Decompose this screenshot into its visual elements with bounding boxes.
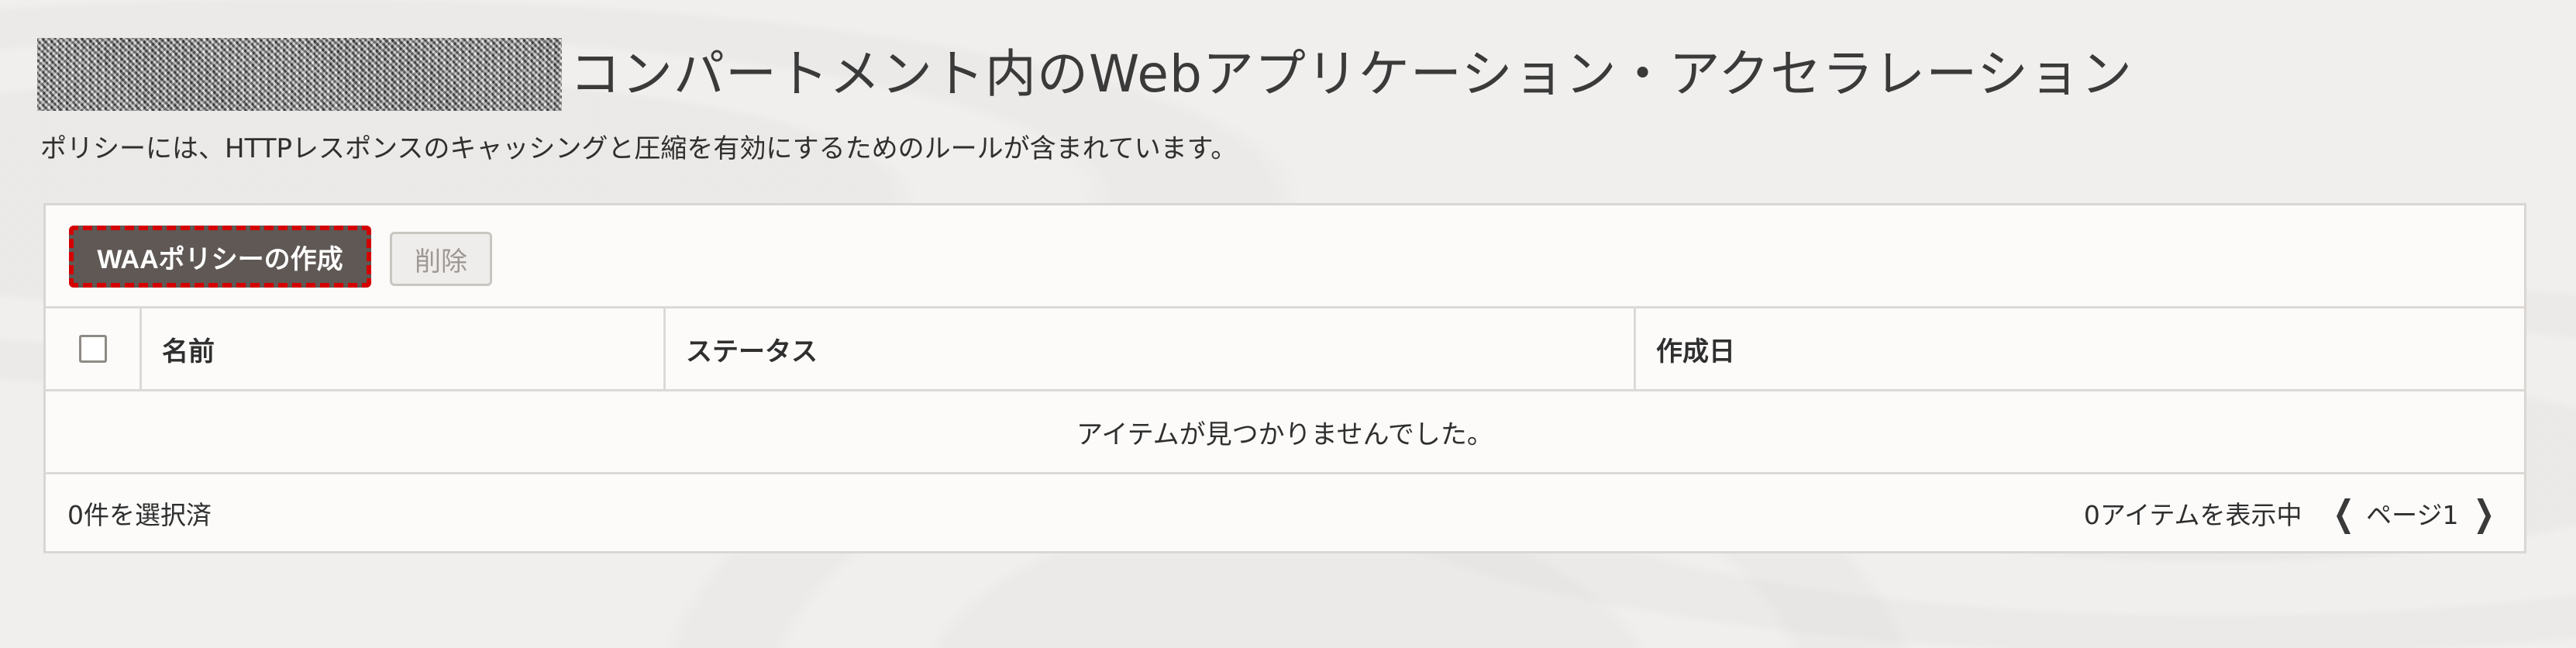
items-count: 0アイテムを表示中 bbox=[2083, 499, 2302, 530]
pagination: 0アイテムを表示中 ❮ ページ1 ❯ bbox=[2084, 495, 2499, 532]
page-description: ポリシーには、HTTPレスポンスのキャッシングと圧縮を有効にするためのルールが含… bbox=[40, 133, 1238, 164]
column-header-status[interactable]: ステータス bbox=[666, 308, 1636, 389]
page-indicator: ページ1 bbox=[2366, 499, 2459, 530]
create-waa-policy-button[interactable]: WAAポリシーの作成 bbox=[69, 226, 371, 288]
select-all-cell bbox=[46, 308, 142, 389]
page-title: コンパートメント内のWebアプリケーション・アクセラレーション bbox=[570, 44, 2133, 104]
chevron-left-icon[interactable]: ❮ bbox=[2333, 495, 2354, 531]
policy-table-panel: WAAポリシーの作成 削除 名前 ステータス 作成日 アイテムが見つかりませんで… bbox=[43, 203, 2526, 553]
table-header-row: 名前 ステータス 作成日 bbox=[46, 308, 2524, 391]
chevron-right-icon[interactable]: ❯ bbox=[2474, 495, 2495, 531]
table-footer: 0件を選択済 0アイテムを表示中 ❮ ページ1 ❯ bbox=[46, 474, 2524, 551]
column-header-created[interactable]: 作成日 bbox=[1636, 308, 2524, 389]
table-toolbar: WAAポリシーの作成 削除 bbox=[46, 205, 2524, 308]
column-header-name[interactable]: 名前 bbox=[142, 308, 666, 389]
page-header: コンパートメント内のWebアプリケーション・アクセラレーション bbox=[37, 36, 2133, 113]
selected-count: 0件を選択済 bbox=[67, 499, 212, 530]
redacted-region bbox=[37, 38, 562, 111]
empty-state-message: アイテムが見つかりませんでした。 bbox=[46, 391, 2524, 474]
delete-button[interactable]: 削除 bbox=[390, 232, 492, 286]
select-all-checkbox[interactable] bbox=[78, 335, 107, 363]
